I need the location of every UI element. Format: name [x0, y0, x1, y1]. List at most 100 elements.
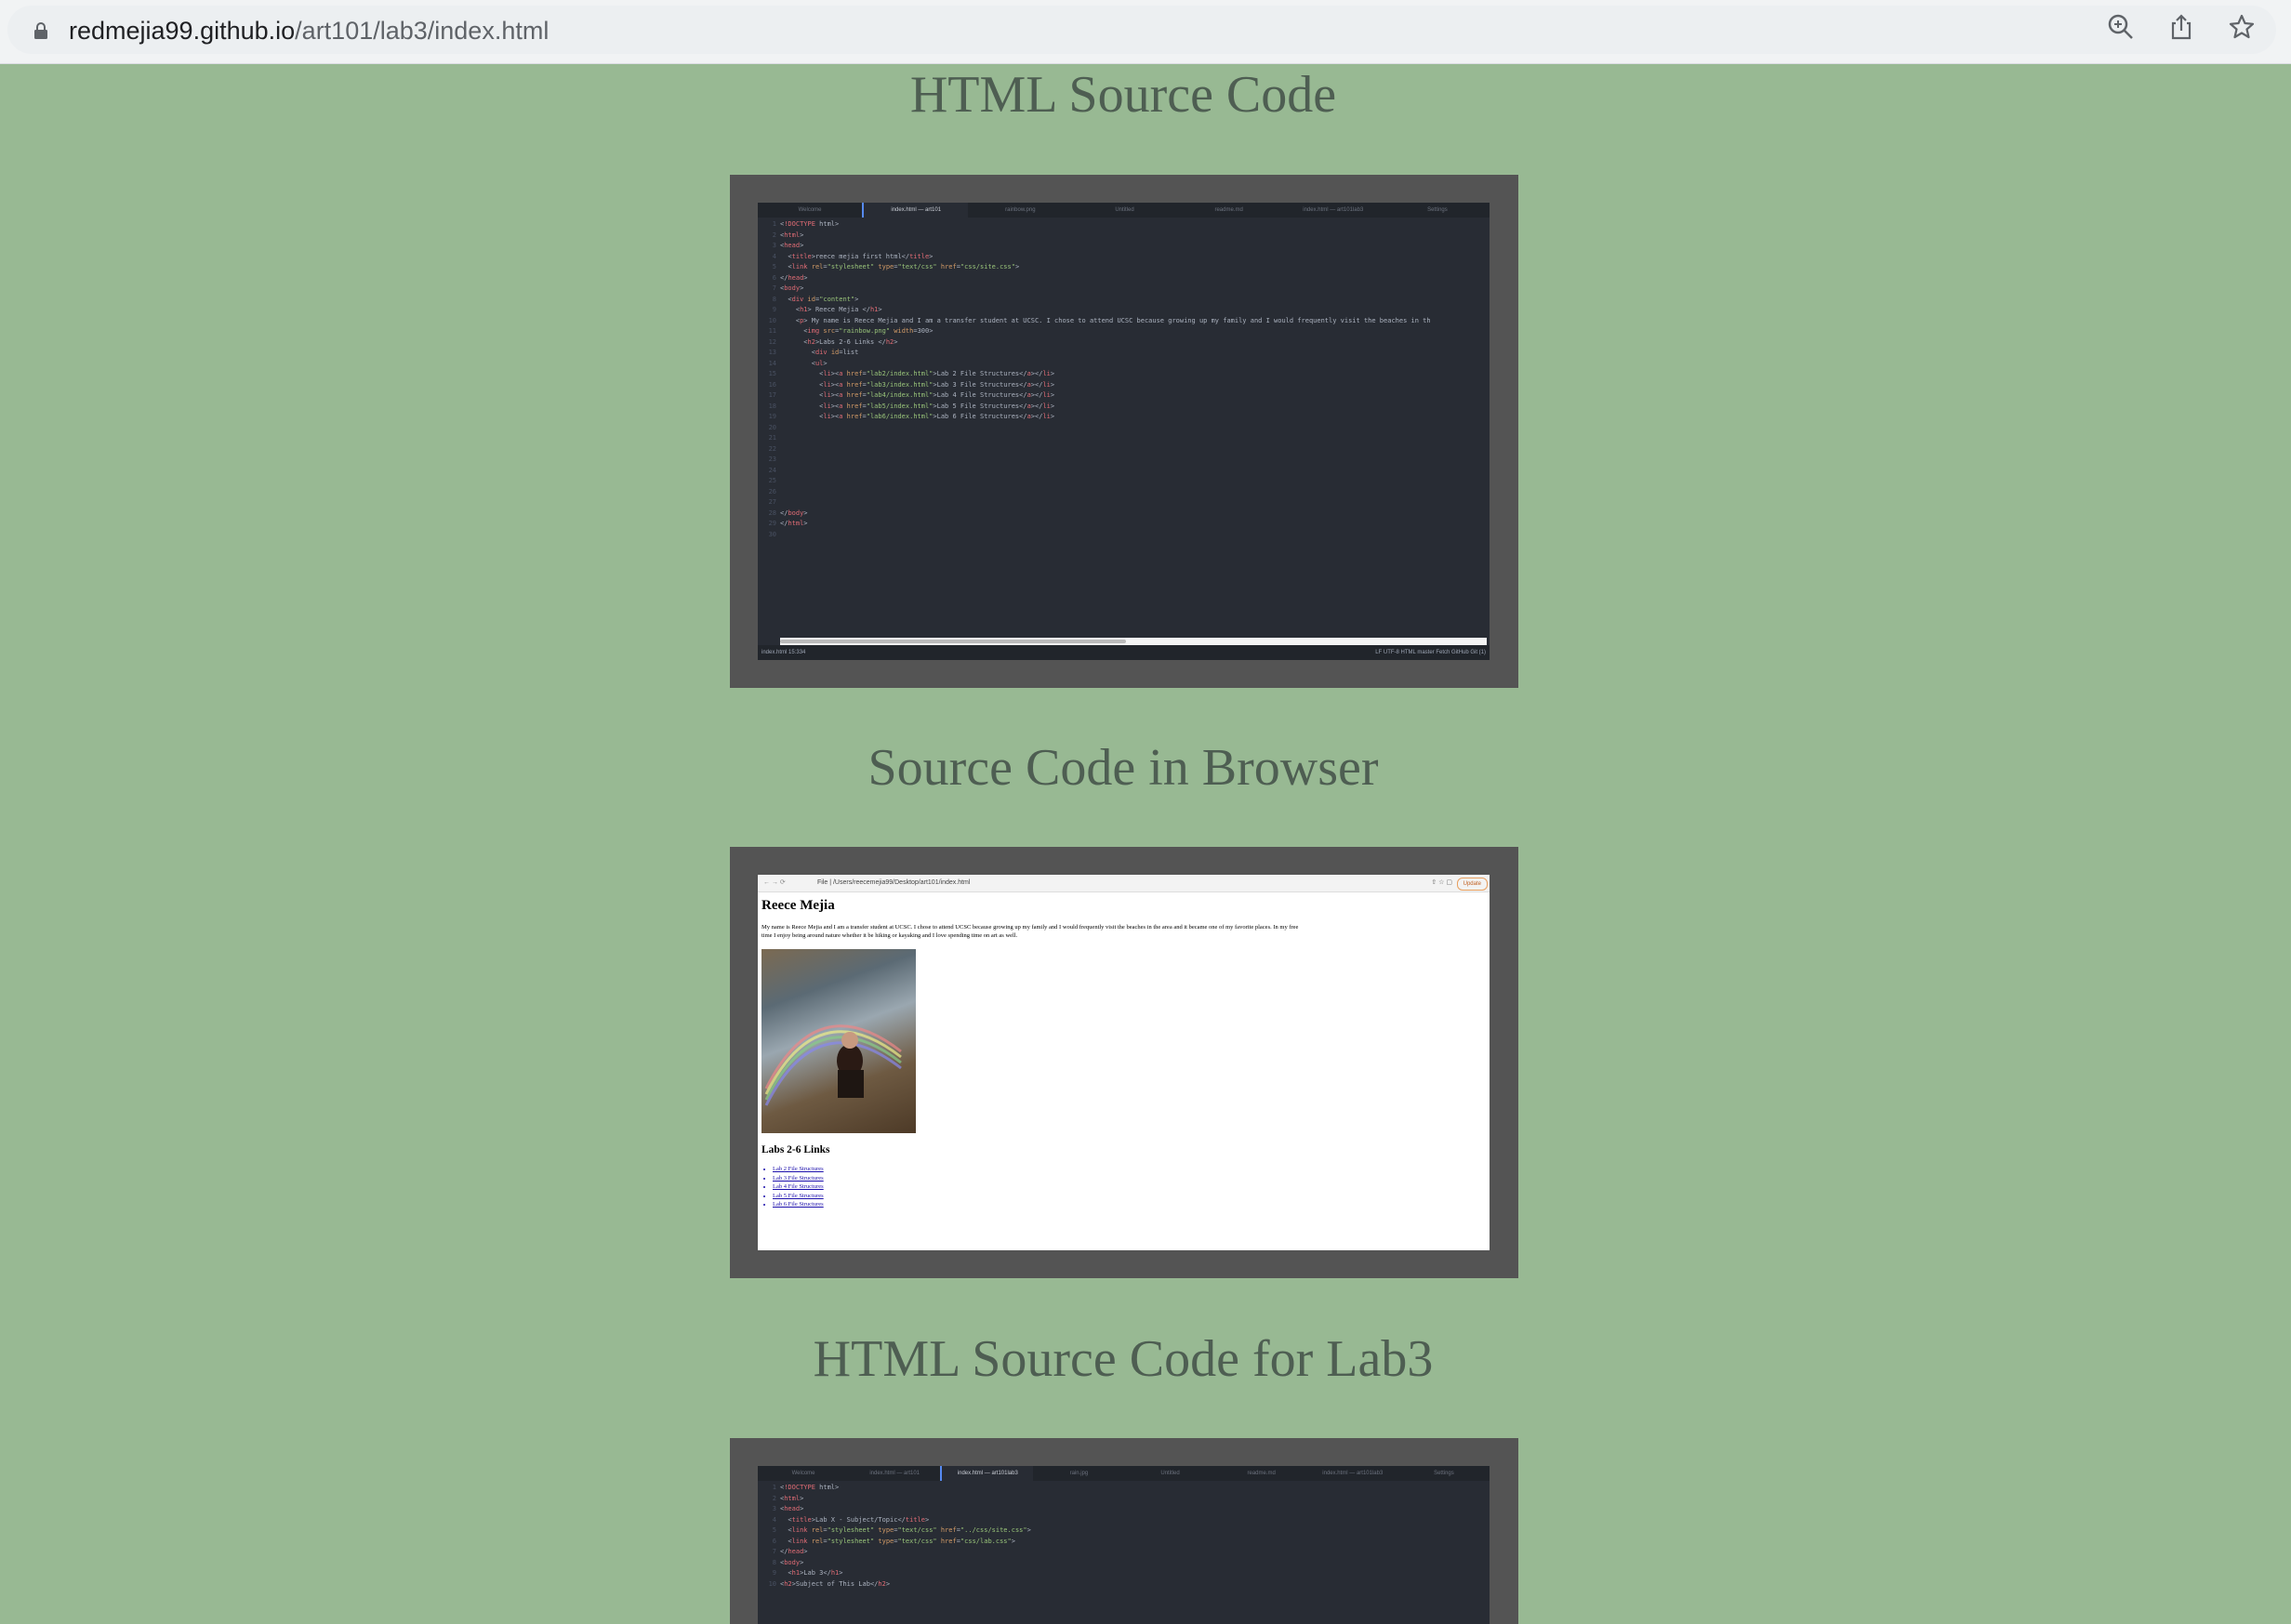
- line-text: <li><a href="lab3/index.html">Lab 3 File…: [780, 380, 1055, 389]
- mini-links-heading: Labs 2-6 Links: [761, 1144, 830, 1155]
- mini-nav-icons: ← → ⟳: [763, 879, 786, 886]
- line-text: <body>: [780, 284, 804, 292]
- editor-tab: index.html — art101lab3: [940, 1466, 1034, 1481]
- code-line: 19 <li><a href="lab6/index.html">Lab 6 F…: [758, 412, 1490, 423]
- editor-tab: Untitled: [1160, 1471, 1180, 1476]
- code-line: 28 </body>: [758, 508, 1490, 520]
- line-number: 26: [768, 487, 776, 495]
- line-number: 19: [768, 413, 776, 420]
- mini-paragraph: My name is Reece Mejia and I am a transf…: [761, 923, 1486, 940]
- line-text: <!DOCTYPE html>: [780, 220, 840, 228]
- url-text[interactable]: redmejia99.github.io/art101/lab3/index.h…: [69, 17, 549, 45]
- code-line: 3 <head>: [758, 241, 1490, 252]
- line-text: </head>: [780, 1548, 808, 1555]
- code-line: 3 <head>: [758, 1504, 1490, 1515]
- code-line: 1 <!DOCTYPE html>: [758, 1483, 1490, 1494]
- mini-lab-link: Lab 2 File Structures: [773, 1165, 1486, 1174]
- editor-tab: Welcome: [791, 1471, 815, 1476]
- code-line: 17 <li><a href="lab4/index.html">Lab 4 F…: [758, 390, 1490, 402]
- line-text: <li><a href="lab6/index.html">Lab 6 File…: [780, 413, 1055, 420]
- mini-address: File | /Users/reecemejia99/Desktop/art10…: [817, 879, 971, 886]
- mini-toolbar-icons: ⇧ ☆ ▢: [1431, 879, 1452, 886]
- line-text: </body>: [780, 508, 808, 517]
- editor-tab: Settings: [1427, 207, 1448, 213]
- mini-lab-link: Lab 4 File Structures: [773, 1182, 1486, 1192]
- code-line: 2 <html>: [758, 1494, 1490, 1505]
- editor-tabs: Welcome index.html — art101 rainbow.png Unt…: [758, 203, 1490, 218]
- editor-screenshot-lab3: Welcome index.html — art101 index.html — a…: [758, 1466, 1490, 1624]
- mini-browser-toolbar: ← → ⟳ File | /Users/reecemejia99/Desktop…: [758, 875, 1490, 892]
- line-number: 16: [768, 380, 776, 389]
- code-line: 24: [758, 466, 1490, 477]
- line-number: 10: [768, 316, 776, 324]
- line-text: <ul>: [780, 359, 828, 367]
- code-line: 5 <link rel="stylesheet" type="text/css"…: [758, 262, 1490, 273]
- editor-tab: index.html — art101lab3: [1322, 1471, 1384, 1476]
- editor-tab: Untitled: [1115, 207, 1134, 213]
- line-number: 29: [768, 520, 776, 527]
- editor-tab: readme.md: [1214, 207, 1243, 213]
- code-line: 21: [758, 433, 1490, 444]
- code-line: 10 <p> My name is Reece Mejia and I am a…: [758, 316, 1490, 327]
- screenshot-frame-editor: Welcome index.html — art101 rainbow.png Unt…: [730, 175, 1518, 688]
- line-number: 5: [772, 1526, 776, 1534]
- line-number: 7: [772, 284, 776, 292]
- zoom-icon[interactable]: [2107, 13, 2135, 41]
- line-number: 4: [772, 252, 776, 260]
- line-number: 27: [768, 498, 776, 506]
- line-number: 13: [768, 349, 776, 356]
- line-text: <link rel="stylesheet" type="text/css" h…: [780, 263, 1020, 271]
- line-number: 30: [768, 530, 776, 538]
- code-line: 7 </head>: [758, 1547, 1490, 1558]
- line-text: <li><a href="lab2/index.html">Lab 2 File…: [780, 370, 1055, 377]
- code-line: 6 <link rel="stylesheet" type="text/css"…: [758, 1537, 1490, 1548]
- line-text: <html>: [780, 1494, 804, 1502]
- share-icon[interactable]: [2167, 13, 2195, 41]
- line-number: 20: [768, 423, 776, 431]
- line-number: 8: [772, 295, 776, 303]
- line-number: 24: [768, 466, 776, 474]
- line-text: <div id="content">: [780, 295, 859, 303]
- code-line: 30: [758, 530, 1490, 541]
- lock-icon[interactable]: [33, 22, 48, 39]
- code-line: 13 <div id=list: [758, 348, 1490, 359]
- screenshot-frame-browser: ← → ⟳ File | /Users/reecemejia99/Desktop…: [730, 847, 1518, 1278]
- editor-tab: readme.md: [1247, 1471, 1276, 1476]
- line-text: <title>reece mejia first html</title>: [780, 252, 934, 260]
- bookmark-star-icon[interactable]: [2228, 13, 2256, 41]
- code-line: 23: [758, 455, 1490, 466]
- line-text: <title>Lab X - Subject/Topic</title>: [780, 1515, 930, 1524]
- line-number: 18: [768, 402, 776, 410]
- line-text: <html>: [780, 231, 804, 239]
- heading-source-code-in-browser: Source Code in Browser: [867, 739, 1379, 797]
- line-number: 23: [768, 456, 776, 463]
- address-bar[interactable]: redmejia99.github.io/art101/lab3/index.h…: [7, 6, 2276, 54]
- editor-tab: index.html — art101: [869, 1471, 920, 1476]
- code-line: 9 <h1>Lab 3</h1>: [758, 1568, 1490, 1579]
- line-number: 3: [772, 1505, 776, 1512]
- line-number: 8: [772, 1558, 776, 1566]
- screenshot-frame-editor-lab3: Welcome index.html — art101 index.html — a…: [730, 1438, 1518, 1624]
- editor-tab: rainbow.png: [1005, 207, 1036, 213]
- mini-paragraph-line1: My name is Reece Mejia and I am a transf…: [761, 924, 1299, 931]
- line-text: <h2>Labs 2-6 Links </h2>: [780, 337, 898, 346]
- mini-page-content: Reece Mejia My name is Reece Mejia and I…: [758, 898, 1490, 1209]
- line-number: 2: [772, 1494, 776, 1502]
- line-text: <li><a href="lab4/index.html">Lab 4 File…: [780, 391, 1055, 399]
- line-text: <p> My name is Reece Mejia and I am a tr…: [780, 316, 1431, 324]
- editor-statusbar: index.html 15:334 LF UTF-8 HTML master F…: [758, 645, 1490, 660]
- line-number: 2: [772, 231, 776, 239]
- line-number: 14: [768, 359, 776, 367]
- line-number: 11: [768, 327, 776, 335]
- status-left: index.html 15:334: [761, 650, 806, 655]
- line-text: <link rel="stylesheet" type="text/css" h…: [780, 1537, 1015, 1545]
- mini-lab-link: Lab 6 File Structures: [773, 1200, 1486, 1209]
- heading-html-source-code: HTML Source Code: [909, 66, 1337, 124]
- code-line: 20: [758, 423, 1490, 434]
- editor-scrollbar: [780, 638, 1487, 645]
- code-line: 2 <html>: [758, 231, 1490, 242]
- line-text: <div id=list: [780, 349, 859, 356]
- line-number: 21: [768, 434, 776, 442]
- code-line: 1 <!DOCTYPE html>: [758, 219, 1490, 231]
- line-number: 1: [772, 220, 776, 228]
